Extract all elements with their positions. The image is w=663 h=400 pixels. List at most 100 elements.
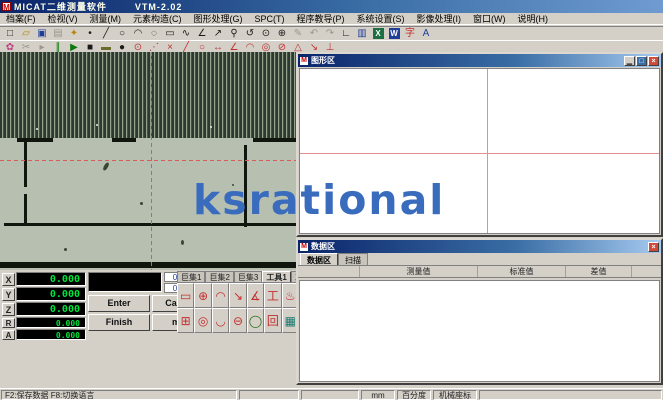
tool-glyph: ♨: [285, 289, 296, 303]
tool-slot[interactable]: ⊖: [229, 308, 246, 333]
track-line: [24, 194, 27, 225]
circle-tool-icon[interactable]: ○: [114, 27, 130, 40]
crosshair-horizontal: [0, 160, 296, 161]
tool-angle[interactable]: ∡: [247, 283, 264, 308]
tool-tab[interactable]: 巨集2: [205, 271, 233, 282]
pencil-icon[interactable]: ✎: [290, 27, 306, 40]
pointer-tool-icon[interactable]: ↗: [210, 27, 226, 40]
axis-label: A: [2, 330, 15, 340]
edge-segment: [253, 138, 296, 142]
compass-icon[interactable]: ⊙: [258, 27, 274, 40]
maximize-button[interactable]: □: [636, 56, 647, 66]
menu-item[interactable]: SPC(T): [249, 14, 291, 24]
finish-button[interactable]: Finish: [88, 314, 150, 331]
tool-ring[interactable]: ◎: [194, 308, 211, 333]
zoom-in-icon[interactable]: ⚲: [226, 27, 242, 40]
tool-grid: ▭ ⊕ ◠ ↘ ∡ 工: [177, 283, 299, 333]
data-tab[interactable]: 数据区: [300, 253, 338, 265]
icon-glyph: ▱: [22, 27, 30, 40]
print-icon[interactable]: ▤: [50, 27, 66, 40]
tool-glyph: ◯: [249, 314, 262, 328]
angle-tool-icon[interactable]: ∠: [194, 27, 210, 40]
menu-item[interactable]: 程序教导(P): [291, 12, 351, 25]
tool-rectangle[interactable]: ▭: [177, 283, 194, 308]
tool-height[interactable]: 工: [264, 283, 281, 308]
ellipse-tool-icon[interactable]: ◌: [146, 27, 162, 40]
tool-tab-panel: 巨集1 巨集2 巨集3 工具1 工具2 ▭ ⊕ ◠: [177, 271, 299, 335]
redo-icon[interactable]: ↷: [322, 27, 338, 40]
tool-tab[interactable]: 巨集1: [177, 271, 205, 282]
menu-item[interactable]: 窗口(W): [467, 12, 512, 25]
camera-image-view[interactable]: [0, 52, 296, 270]
graphics-axis-horizontal: [300, 153, 659, 154]
enter-button[interactable]: Enter: [88, 295, 150, 312]
status-hint: F2:保存数据 F8:切换语言: [1, 390, 237, 400]
tool-tab[interactable]: 工具1: [262, 271, 290, 282]
speck: [36, 128, 38, 130]
menu-item[interactable]: 测量(M): [84, 12, 128, 25]
excel-export-icon[interactable]: X: [370, 27, 386, 40]
column-header: [298, 266, 360, 277]
data-window-title: 数据区: [311, 241, 647, 252]
icon-glyph: ○: [119, 27, 125, 40]
edge-segment: [112, 138, 136, 142]
key-icon[interactable]: ✦: [66, 27, 82, 40]
icon-glyph: ↺: [246, 27, 254, 40]
undo-icon[interactable]: ↶: [306, 27, 322, 40]
graphics-window-titlebar[interactable]: M 图形区 ▁ □ ×: [298, 54, 661, 67]
crosshair-vertical: [151, 52, 152, 270]
icon-glyph: •: [88, 27, 92, 40]
tool-glyph: 回: [267, 312, 279, 329]
tool-tab[interactable]: 巨集3: [234, 271, 262, 282]
point-tool-icon[interactable]: •: [82, 27, 98, 40]
open-folder-icon[interactable]: ▱: [18, 27, 34, 40]
menu-item[interactable]: 档案(F): [0, 12, 42, 25]
icon-glyph: ∿: [182, 27, 190, 40]
tool-arc-concave[interactable]: ◡: [212, 308, 229, 333]
text-label-icon[interactable]: A: [418, 27, 434, 40]
data-tab[interactable]: 扫描: [338, 253, 368, 265]
word-export-icon[interactable]: W: [386, 27, 402, 40]
tool-arc[interactable]: ◠: [212, 283, 229, 308]
target-icon[interactable]: ⊕: [274, 27, 290, 40]
tool-green-ring[interactable]: ◯: [247, 308, 264, 333]
arc-tool-icon[interactable]: ◠: [130, 27, 146, 40]
close-button[interactable]: ×: [648, 242, 659, 252]
menu-item[interactable]: 说明(H): [512, 12, 555, 25]
menu-item[interactable]: 影像处理(I): [411, 12, 468, 25]
angle-ruler-icon[interactable]: ∟: [338, 27, 354, 40]
icon-glyph: ▭: [165, 27, 174, 40]
icon-glyph: W: [389, 28, 400, 39]
tool-line-arrow[interactable]: ↘: [229, 283, 246, 308]
rectangle-tool-icon[interactable]: ▭: [162, 27, 178, 40]
icon-glyph: 字: [405, 27, 415, 40]
menu-item[interactable]: 系统设置(S): [351, 12, 411, 25]
tool-rect-cross[interactable]: ⊞: [177, 308, 194, 333]
font-icon[interactable]: 字: [402, 27, 418, 40]
icon-glyph: ▣: [37, 27, 46, 40]
tool-glyph: ∡: [250, 289, 261, 303]
axis-value-display: 0.000: [16, 302, 86, 316]
status-coordinate-mode: 机械座标: [433, 390, 477, 400]
close-button[interactable]: ×: [648, 56, 659, 66]
menu-item[interactable]: 检视(V): [42, 12, 84, 25]
menu-item[interactable]: 图形处理(G): [188, 12, 249, 25]
zoom-rotate-icon[interactable]: ↺: [242, 27, 258, 40]
menu-item[interactable]: 元素构造(C): [127, 12, 188, 25]
tool-circle-target[interactable]: ⊕: [194, 283, 211, 308]
app-version: VTM-2.02: [135, 2, 183, 12]
column-header: 标准值: [478, 266, 566, 277]
minimize-button[interactable]: ▁: [624, 56, 635, 66]
menu-bar: 档案(F) 检视(V) 测量(M) 元素构造(C) 图形处理(G) SPC(T)…: [0, 13, 663, 25]
tool-square[interactable]: 回: [264, 308, 281, 333]
column-header: 差值: [566, 266, 632, 277]
save-icon[interactable]: ▣: [34, 27, 50, 40]
spline-tool-icon[interactable]: ∿: [178, 27, 194, 40]
data-window-titlebar[interactable]: M 数据区 ×: [298, 240, 661, 253]
window-icon: M: [300, 243, 308, 251]
status-empty-3: [479, 390, 662, 400]
new-document-icon[interactable]: □: [2, 27, 18, 40]
report-image-icon[interactable]: ▥: [354, 27, 370, 40]
line-tool-icon[interactable]: ╱: [98, 27, 114, 40]
tool-glyph: ⊖: [233, 314, 243, 328]
